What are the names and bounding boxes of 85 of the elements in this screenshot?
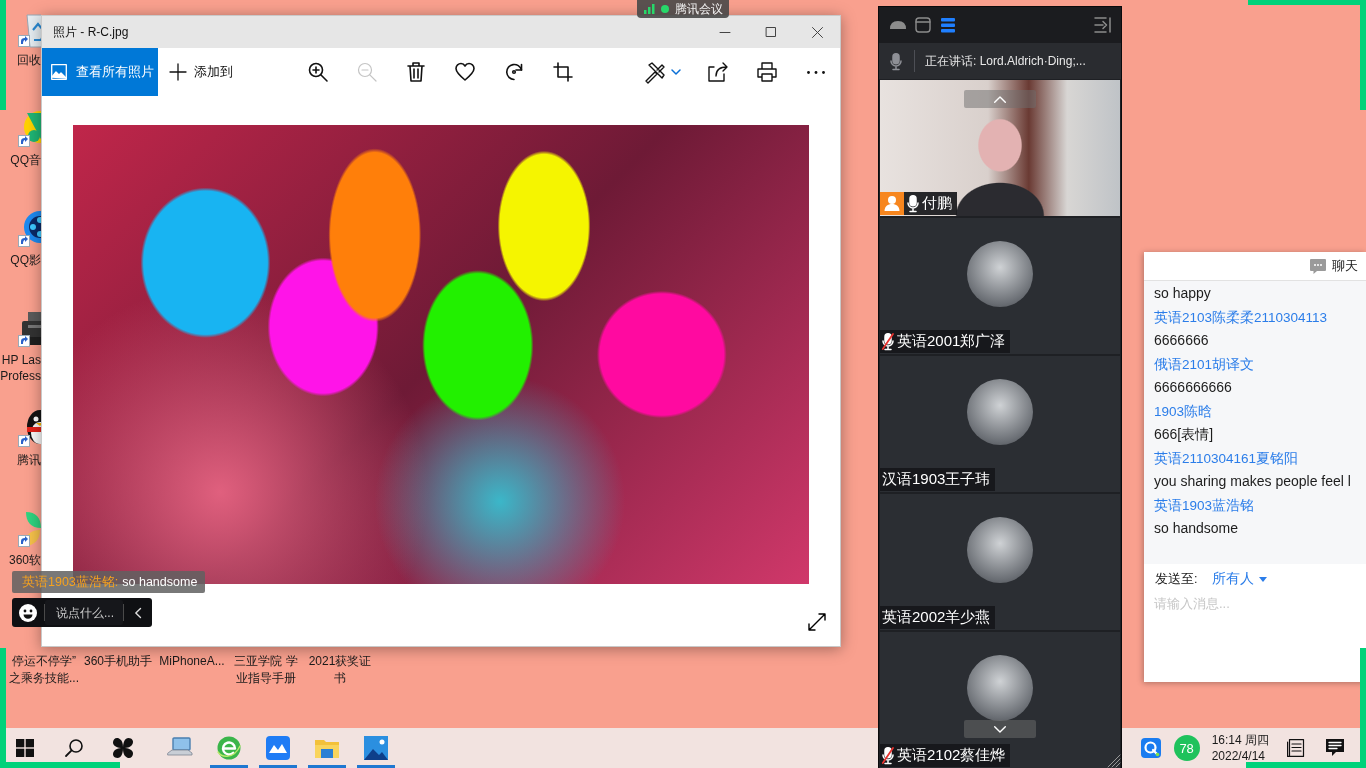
chevron-down-icon <box>994 725 1006 733</box>
list-view-icon <box>941 17 955 33</box>
sender-name: 英语1903蓝浩铭: <box>22 573 119 591</box>
collapse-panel-button[interactable] <box>1094 17 1111 33</box>
add-to-button[interactable]: 添加到 <box>158 48 245 96</box>
status-dot-icon <box>661 5 669 13</box>
tray-app-button[interactable] <box>1140 738 1161 758</box>
speaking-status: 正在讲话: Lord.Aldrich·Ding;... <box>925 52 1086 70</box>
pinwheel-icon <box>111 737 134 759</box>
share-icon <box>707 62 728 82</box>
notes-button[interactable] <box>1287 739 1304 757</box>
clock-date[interactable]: 2022/4/14 <box>1211 748 1269 764</box>
desktop-icon-label[interactable]: 360软 <box>8 552 41 568</box>
recipient-dropdown[interactable]: 所有人 <box>1212 570 1268 588</box>
notification-icon <box>1326 739 1344 757</box>
meeting-status-badge[interactable]: 腾讯会议 <box>637 0 729 18</box>
chat-message: 666[表情] <box>1154 425 1214 444</box>
desktop-icon-label[interactable]: QQ影 <box>10 252 41 268</box>
smiley-icon <box>19 603 37 622</box>
windows-logo-icon <box>15 739 34 757</box>
chevron-up-icon <box>994 95 1006 103</box>
search-icon <box>64 739 83 757</box>
expand-icon[interactable] <box>808 613 826 631</box>
desktop-icon-label[interactable]: 停运不停学” 之乘务技能... <box>7 653 81 687</box>
picture-icon <box>51 64 67 80</box>
app-name: 腾讯会议 <box>675 0 723 18</box>
photos-app-icon <box>363 736 388 760</box>
chat-message: so happy <box>1154 284 1211 303</box>
plus-icon <box>170 64 186 80</box>
avatar <box>967 655 1033 721</box>
participant-name: 英语2102蔡佳烨 <box>897 746 1006 765</box>
chat-bubble-icon <box>1310 258 1326 274</box>
chevron-left-icon <box>135 607 141 618</box>
comment-input[interactable]: 说点什么... <box>45 600 123 625</box>
close-icon <box>811 26 823 38</box>
notification-button[interactable] <box>1326 739 1344 757</box>
sender-name: 俄语2101胡译文 <box>1154 355 1255 374</box>
chat-title: 聊天 <box>1332 257 1358 275</box>
resize-grip-icon <box>1106 753 1120 767</box>
desktop-icon-label[interactable]: MiPhoneA... <box>155 653 229 687</box>
caret-icon <box>1259 576 1268 582</box>
chat-message: 6666666666 <box>1154 378 1232 397</box>
clock-time[interactable]: 16:14 周四 <box>1211 732 1269 748</box>
sender-name: 1903陈晗 <box>1154 402 1213 421</box>
signal-icon <box>644 4 655 14</box>
view-all-photos-button[interactable]: 查看所有照片 <box>42 48 158 96</box>
window-title: 照片 - R-C.jpg <box>52 23 130 41</box>
participant-name: 汉语1903王子玮 <box>882 470 991 489</box>
notes-icon <box>1287 739 1304 757</box>
participant-name: 付鹏 <box>922 194 952 213</box>
browser-icon <box>216 736 241 760</box>
desktop-icon-label[interactable]: 回收 <box>17 52 41 68</box>
sender-name: 英语2103陈柔柔2110304113 <box>1154 308 1328 327</box>
chat-message: 6666666 <box>1154 331 1209 350</box>
participant-name: 英语2001郑广泽 <box>897 332 1006 351</box>
window-view-icon <box>915 17 931 33</box>
desktop-icon-label[interactable]: 三亚学院 学 业指导手册 <box>229 653 303 687</box>
minimize-icon <box>720 31 730 33</box>
desktop-icon-label[interactable]: 360手机助手 <box>81 653 155 687</box>
pen-brush-icon <box>645 62 665 82</box>
sender-name: 英语1903蓝浩铭 <box>1154 496 1255 515</box>
mountain-app-icon <box>265 736 290 760</box>
collapse-panel-icon <box>1094 17 1111 33</box>
scroll-down-button[interactable] <box>964 720 1036 738</box>
desktop-icon-label[interactable]: HP Las Profess <box>0 352 41 384</box>
maximize-icon <box>766 27 776 37</box>
q-app-icon <box>1140 738 1161 758</box>
desktop-icon-label[interactable]: QQ音 <box>10 152 41 168</box>
chat-message: so handsome <box>1154 519 1239 538</box>
participant-name: 英语2002羊少燕 <box>882 608 991 627</box>
sender-name: 英语2110304161夏铭阳 <box>1154 449 1299 468</box>
danmaku-message: so handsome <box>122 575 198 589</box>
desktop-icon-label[interactable]: 2021获奖证 书 <box>303 653 377 687</box>
chat-message: you sharing makes people feel l <box>1154 472 1351 491</box>
send-to-label: 发送至: <box>1155 570 1198 588</box>
laptop-icon <box>167 738 192 758</box>
compact-view-icon <box>889 20 907 30</box>
scroll-up-button[interactable] <box>964 90 1036 108</box>
caret-icon <box>671 69 681 75</box>
folder-icon <box>314 738 339 758</box>
more-icon <box>806 70 825 74</box>
printer-icon <box>756 62 777 82</box>
microphone-icon <box>890 52 902 70</box>
desktop-icon-label[interactable]: 腾讯 <box>17 452 41 468</box>
view-mode-button[interactable] <box>912 14 934 36</box>
